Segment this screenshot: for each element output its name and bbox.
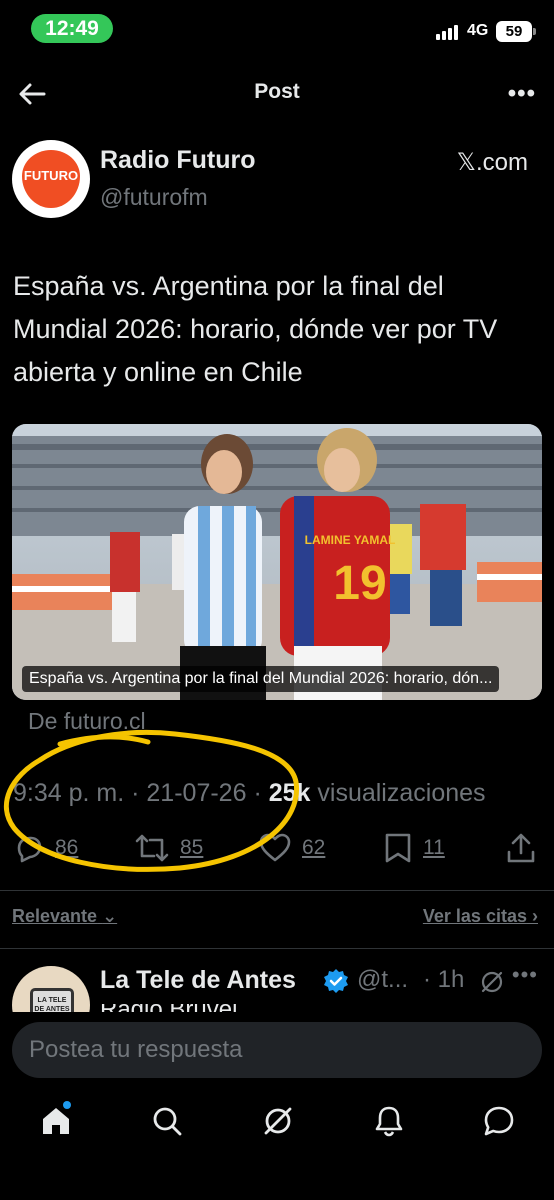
- action-bar: 86 85 62 11: [0, 832, 554, 872]
- share-icon: [507, 833, 535, 863]
- jersey-name-text: LAMINE YAMAL: [305, 533, 396, 547]
- divider: [0, 948, 554, 949]
- card-photo: LAMINE YAMAL 19: [12, 424, 542, 700]
- post-date: 21-07-26: [146, 779, 247, 807]
- views-label: visualizaciones: [317, 779, 486, 807]
- quotes-label: Ver las citas: [422, 906, 527, 926]
- reply-input[interactable]: Postea tu respuesta: [12, 1022, 542, 1078]
- composer-area: Postea tu respuesta: [0, 1012, 554, 1090]
- view-quotes-link[interactable]: Ver las citas ›: [423, 906, 538, 927]
- home-icon[interactable]: [39, 1104, 73, 1138]
- bottom-tab-bar: [0, 1090, 554, 1200]
- more-options-icon[interactable]: •••: [508, 80, 536, 108]
- reply-author-name[interactable]: La Tele de Antes: [100, 966, 296, 995]
- like-count: 62: [302, 836, 326, 859]
- verified-badge-icon: [324, 969, 348, 993]
- sort-dropdown[interactable]: Relevante ⌄: [12, 906, 117, 927]
- author-avatar[interactable]: FUTURO: [12, 140, 90, 218]
- signal-icon: [436, 24, 458, 40]
- post-metadata: 9:34 p. m. · 21-07-26 · 25k visualizacio…: [13, 779, 486, 807]
- like-button[interactable]: 62: [258, 832, 325, 864]
- bookmark-icon: [385, 833, 411, 863]
- avatar-logo-text: FUTURO: [23, 168, 79, 183]
- post-text: España vs. Argentina por la final del Mu…: [13, 271, 498, 387]
- divider: [0, 890, 554, 891]
- card-caption: España vs. Argentina por la final del Mu…: [22, 666, 500, 692]
- reply-time: · 1h: [423, 966, 465, 993]
- bookmark-button[interactable]: 11: [383, 832, 445, 864]
- chevron-down-icon: ⌄: [102, 906, 118, 926]
- grok-icon[interactable]: [480, 970, 504, 994]
- share-button[interactable]: [506, 832, 536, 864]
- page-title: Post: [254, 80, 300, 103]
- reply-count: 86: [55, 836, 79, 859]
- author-name[interactable]: Radio Futuro: [100, 146, 256, 175]
- source-label: 𝕏.com: [456, 149, 528, 176]
- card-domain[interactable]: De futuro.cl: [28, 708, 146, 735]
- notifications-icon[interactable]: [372, 1104, 406, 1138]
- battery-icon: 59: [496, 21, 536, 42]
- repost-button[interactable]: 85: [134, 832, 203, 864]
- network-type: 4G: [467, 22, 489, 39]
- author-handle[interactable]: @futurofm: [100, 184, 208, 211]
- post-time: 9:34 p. m.: [13, 779, 125, 807]
- reply-button[interactable]: 86: [13, 832, 78, 864]
- jersey-number-text: 19: [333, 557, 386, 610]
- status-time: 12:49: [31, 14, 113, 43]
- reply-icon: [17, 836, 42, 863]
- status-bar: 12:49 4G 59: [0, 0, 554, 60]
- sort-label: Relevante: [12, 906, 98, 926]
- reply-more-icon[interactable]: •••: [512, 962, 538, 988]
- messages-icon[interactable]: [482, 1104, 516, 1138]
- repost-count: 85: [180, 836, 204, 859]
- repost-icon: [135, 834, 169, 862]
- reply-handle[interactable]: @t...: [357, 966, 408, 994]
- like-icon: [259, 833, 291, 862]
- chevron-right-icon: ›: [532, 906, 538, 926]
- home-notification-dot: [63, 1101, 71, 1109]
- link-card-image[interactable]: LAMINE YAMAL 19: [12, 424, 542, 700]
- post-header: Post •••: [0, 70, 554, 118]
- search-icon[interactable]: [150, 1104, 184, 1138]
- views-count: 25k: [268, 779, 311, 807]
- grok-icon[interactable]: [261, 1104, 295, 1138]
- bookmark-count: 11: [423, 836, 445, 859]
